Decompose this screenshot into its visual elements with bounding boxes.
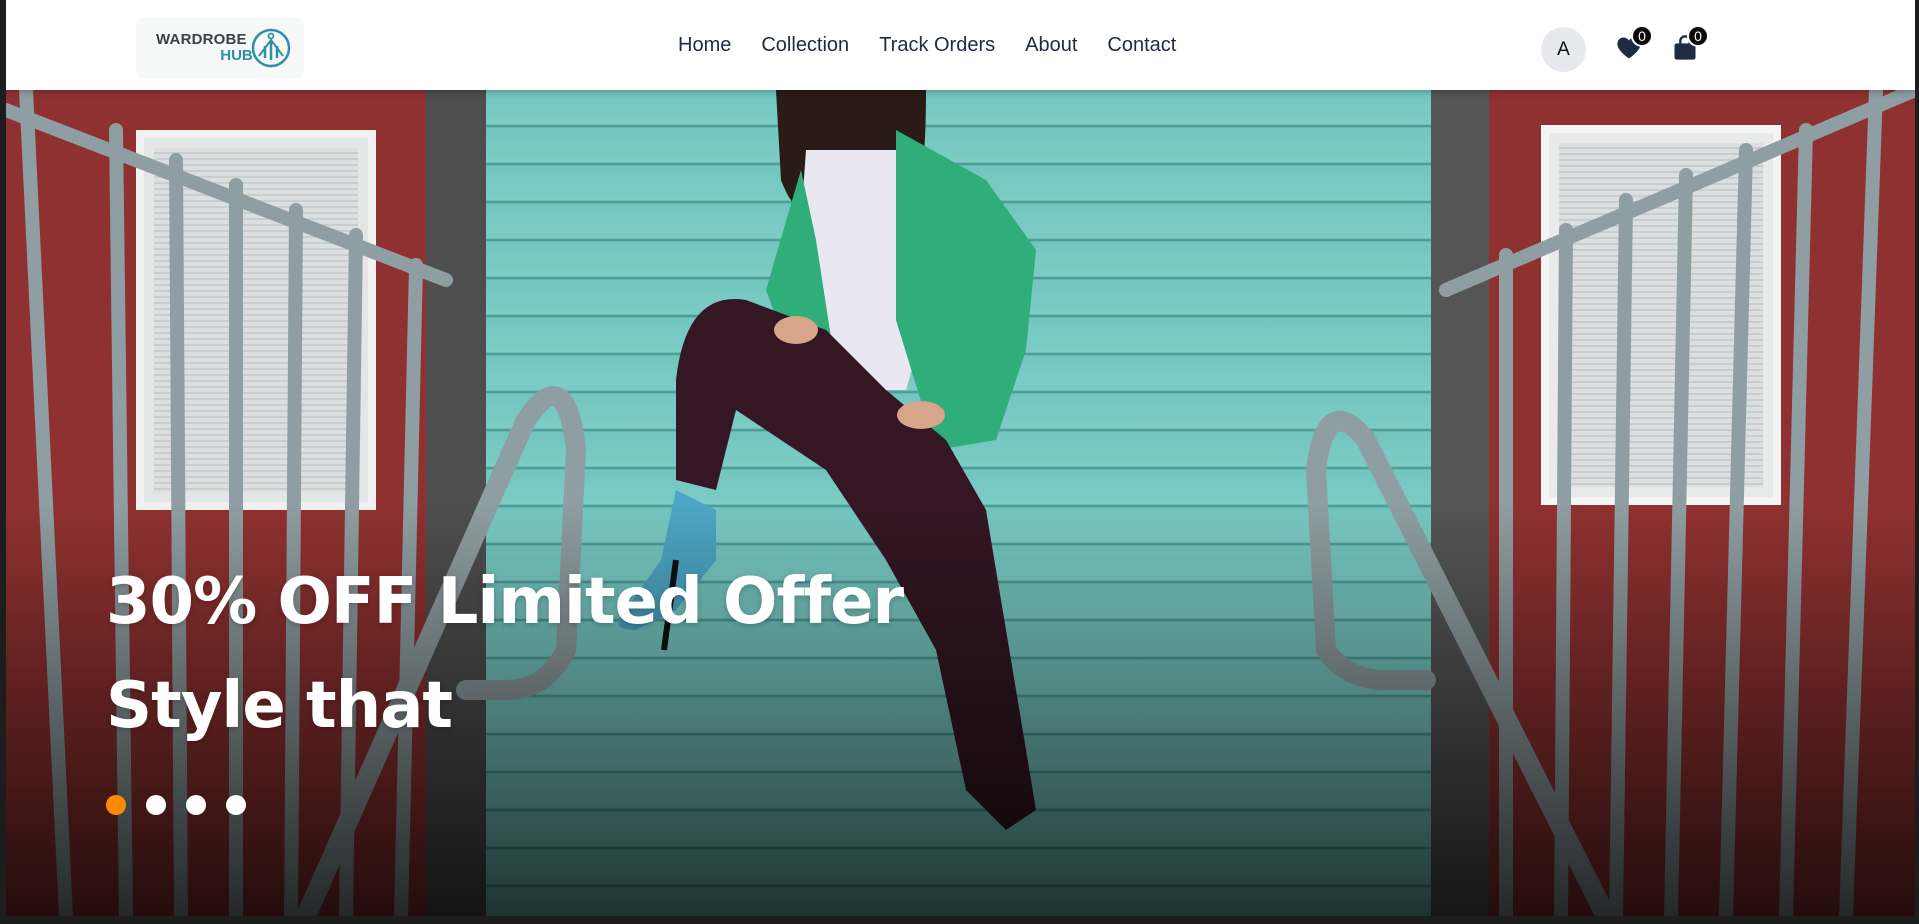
nav-track-orders-link[interactable]: Track Orders	[879, 34, 995, 57]
nav-contact-link[interactable]: Contact	[1107, 34, 1176, 57]
wishlist-button[interactable]: 0	[1615, 25, 1653, 62]
carousel-dot-3[interactable]	[186, 795, 206, 815]
hero-gradient-overlay	[6, 90, 1915, 916]
avatar-initial: A	[1557, 38, 1570, 60]
logo-line-2: HUB	[220, 47, 253, 64]
cart-button[interactable]: 0	[1671, 25, 1709, 62]
user-avatar-button[interactable]: A	[1541, 27, 1586, 72]
nav-about-link[interactable]: About	[1025, 34, 1077, 57]
cart-count-badge: 0	[1687, 25, 1709, 47]
hero-tagline-text: Style that	[106, 669, 453, 743]
carousel-dot-4[interactable]	[226, 795, 246, 815]
nav-home-link[interactable]: Home	[678, 34, 731, 57]
logo-text: WARDROBE HUB	[156, 31, 253, 64]
hero-banner: 30% OFF Limited Offer Style that	[6, 90, 1915, 916]
hanger-logo-icon	[251, 28, 291, 68]
carousel-dot-2[interactable]	[146, 795, 166, 815]
main-nav: Home Collection Track Orders About Conta…	[678, 34, 1206, 57]
hero-offer-text: 30% OFF Limited Offer	[106, 565, 904, 639]
hero-headline: 30% OFF Limited Offer Style that	[106, 550, 904, 758]
site-header: WARDROBE HUB Home Collection Track Order…	[6, 0, 1915, 90]
site-logo[interactable]: WARDROBE HUB	[136, 18, 304, 78]
carousel-pagination	[106, 795, 246, 815]
nav-collection-link[interactable]: Collection	[761, 34, 849, 57]
logo-line-1: WARDROBE	[156, 31, 247, 48]
page-frame: WARDROBE HUB Home Collection Track Order…	[6, 0, 1915, 916]
carousel-dot-1[interactable]	[106, 795, 126, 815]
wishlist-count-badge: 0	[1631, 25, 1653, 47]
